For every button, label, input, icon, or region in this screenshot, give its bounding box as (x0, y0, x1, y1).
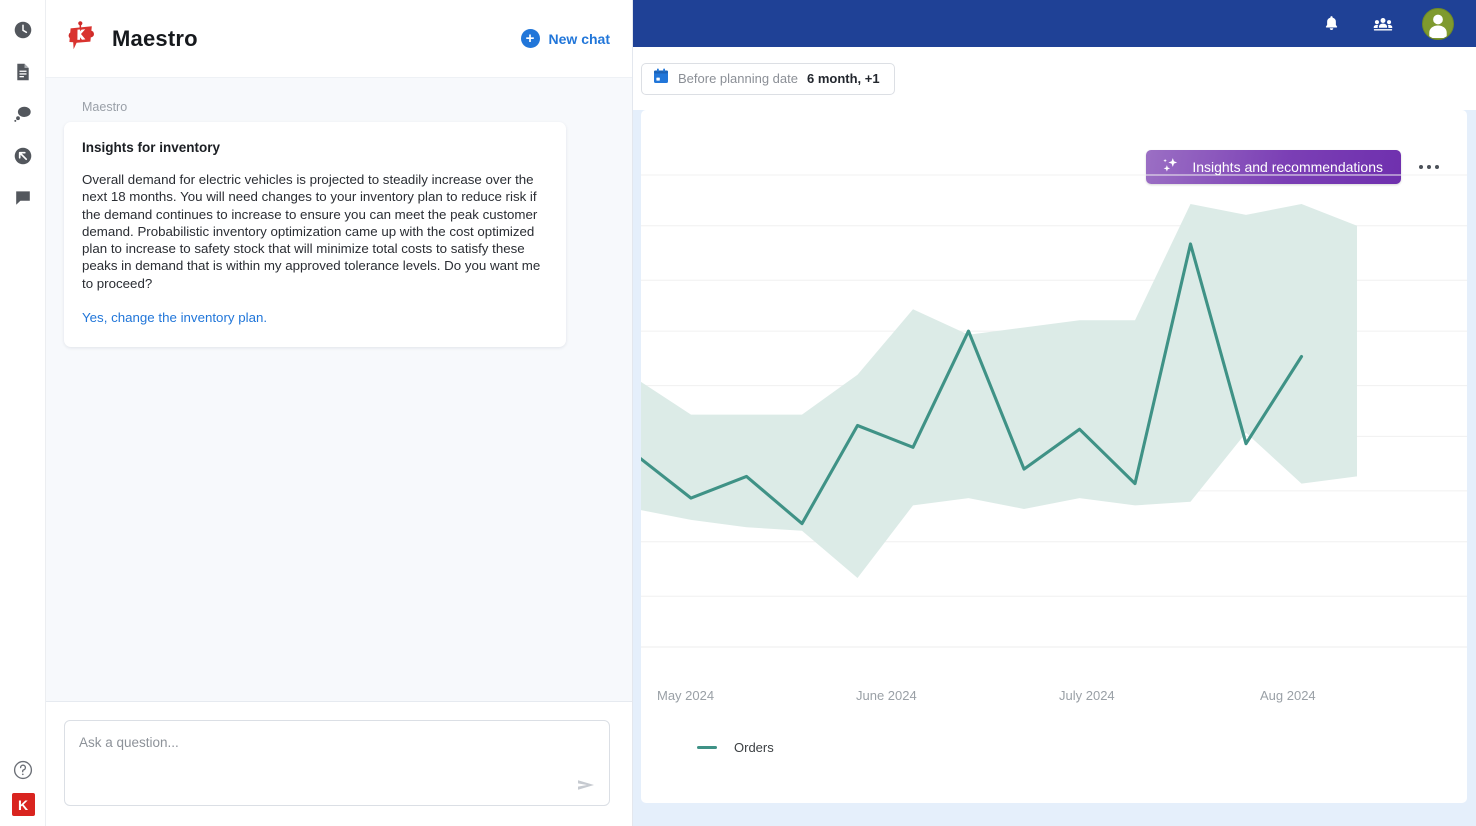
kinaxis-logo[interactable]: K (11, 793, 35, 816)
message-title: Insights for inventory (82, 140, 221, 155)
maestro-chat-panel: Maestro + New chat Maestro Insights for … (46, 0, 633, 826)
legend-item-orders[interactable]: Orders (697, 740, 774, 755)
message-sender-label: Maestro (82, 100, 128, 114)
x-tick-label: Aug 2024 (1260, 688, 1316, 703)
chart-plot-area: May 2024 June 2024 July 2024 Aug 2024 Or… (641, 110, 1467, 803)
filter-bar: Before planning date 6 month, +1 (632, 47, 1476, 110)
x-tick-label: June 2024 (856, 688, 917, 703)
send-arrow-icon[interactable] (575, 774, 597, 796)
x-tick-label: May 2024 (657, 688, 715, 703)
suggested-reply-link[interactable]: Yes, change the inventory plan. (82, 310, 267, 325)
filter-chip-value: 6 month, +1 (806, 71, 880, 86)
calendar-icon (653, 68, 669, 89)
chat-composer (64, 720, 610, 806)
rail-icon-group (10, 0, 36, 211)
page-title: Maestro (112, 25, 198, 51)
app-root: Before planning date 6 month, +1 Insight… (0, 0, 1476, 826)
legend-swatch-orders (697, 746, 717, 749)
chart-card: Insights and recommendations May 2024 Ju… (641, 110, 1467, 803)
new-chat-button[interactable]: + New chat (520, 29, 610, 48)
chart-confidence-band (641, 204, 1357, 578)
maestro-logo-icon (64, 19, 98, 58)
x-tick-label: July 2024 (1059, 688, 1115, 703)
help-circle-icon[interactable] (12, 759, 34, 781)
speech-bubble-icon[interactable] (10, 185, 36, 211)
chat-message-list: Maestro Insights for inventory Overall d… (46, 78, 632, 701)
filter-chip-planning-date[interactable]: Before planning date 6 month, +1 (641, 62, 895, 95)
chart-x-axis: May 2024 June 2024 July 2024 Aug 2024 (641, 688, 1467, 716)
new-chat-label: New chat (548, 30, 610, 47)
message-body: Overall demand for electric vehicles is … (82, 172, 541, 291)
chat-message-bubble: Insights for inventory Overall demand fo… (64, 122, 566, 348)
thought-bubble-icon[interactable] (10, 101, 36, 127)
arrow-circle-icon[interactable] (10, 143, 36, 169)
people-group-icon[interactable] (1370, 11, 1396, 37)
orders-forecast-chart (641, 174, 1467, 648)
filter-chip-label: Before planning date (678, 71, 798, 86)
notification-bell-icon[interactable] (1318, 11, 1344, 37)
chat-input[interactable] (65, 721, 609, 805)
document-icon[interactable] (10, 59, 36, 85)
chart-legend: Orders (697, 740, 774, 755)
top-app-bar (632, 0, 1476, 47)
history-icon[interactable] (10, 17, 36, 43)
legend-label-orders: Orders (734, 740, 774, 755)
left-icon-rail: K (0, 0, 46, 826)
rail-bottom-group: K (0, 759, 46, 816)
main-content-area: Before planning date 6 month, +1 Insight… (632, 47, 1476, 826)
plus-icon: + (520, 29, 540, 48)
user-avatar[interactable] (1422, 7, 1454, 40)
chat-composer-area (46, 701, 632, 826)
chat-header: Maestro + New chat (46, 0, 632, 78)
